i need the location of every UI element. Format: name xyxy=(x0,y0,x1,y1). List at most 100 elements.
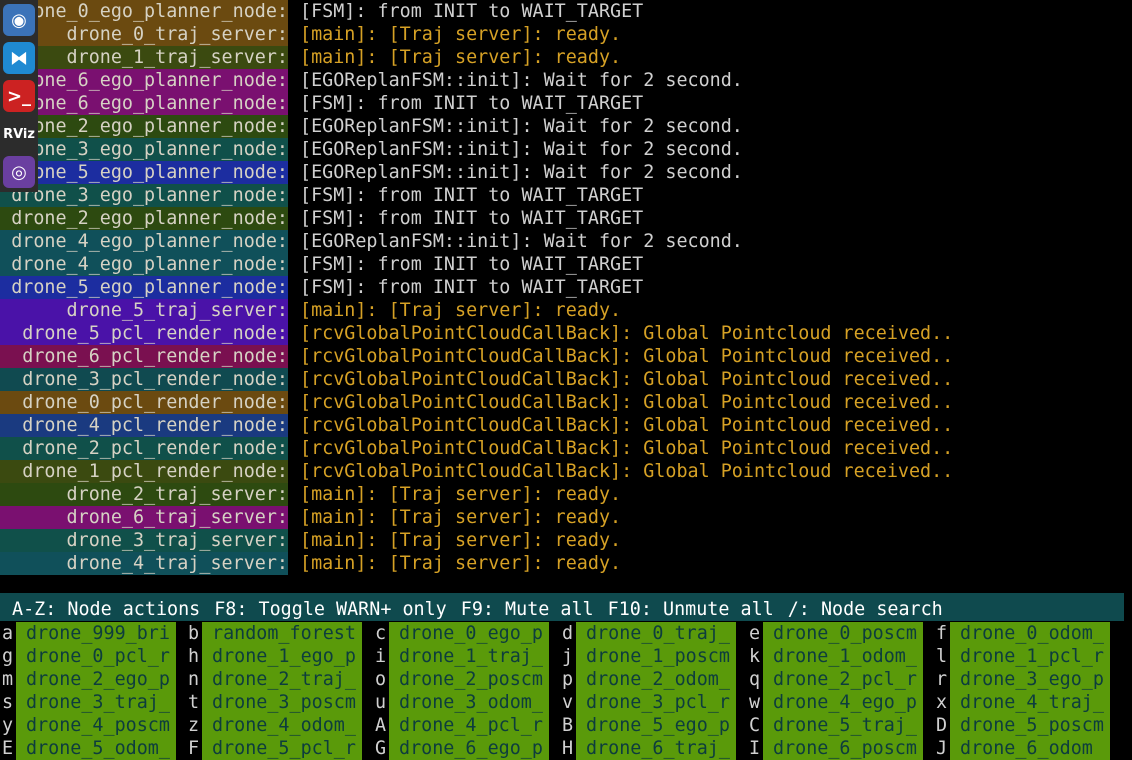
node-action-button[interactable]: drone_0_odom_ xyxy=(950,622,1110,645)
node-action-button[interactable]: drone_2_odom_ xyxy=(576,668,736,691)
node-action-button[interactable]: drone_6_ego_p xyxy=(389,737,549,760)
node-action-button[interactable]: drone_4_ego_p xyxy=(763,691,923,714)
node-action-cell[interactable]: y drone_4_poscm xyxy=(2,714,178,737)
node-action-button[interactable]: drone_2_traj_ xyxy=(202,668,362,691)
node-action-cell[interactable]: v drone_3_pcl_r xyxy=(562,691,738,714)
node-action-button[interactable]: drone_4_traj_ xyxy=(950,691,1110,714)
node-action-cell[interactable]: j drone_1_poscm xyxy=(562,645,738,668)
node-action-cell[interactable]: o drone_2_poscm xyxy=(375,668,551,691)
node-action-button[interactable]: drone_1_odom_ xyxy=(763,645,923,668)
node-action-button[interactable]: drone_3_traj_ xyxy=(16,691,176,714)
node-action-button[interactable]: drone_4_poscm xyxy=(16,714,176,737)
node-action-button[interactable]: drone_5_traj_ xyxy=(763,714,923,737)
node-action-cell[interactable]: k drone_1_odom_ xyxy=(749,645,925,668)
log-line: drone_2_ego_planner_node: [FSM]: from INI… xyxy=(0,207,1132,230)
node-action-cell[interactable]: p drone_2_odom_ xyxy=(562,668,738,691)
node-action-button[interactable]: drone_3_odom_ xyxy=(389,691,549,714)
node-action-button[interactable]: drone_2_ego_p xyxy=(16,668,176,691)
node-action-cell[interactable]: r drone_3_ego_p xyxy=(936,668,1112,691)
chromium-icon[interactable]: ◉ xyxy=(3,4,35,36)
node-action-cell[interactable]: Gdrone_6_ego_p xyxy=(375,737,551,760)
node-action-button[interactable]: drone_6_traj_ xyxy=(576,737,736,760)
node-action-cell[interactable]: x drone_4_traj_ xyxy=(936,691,1112,714)
node-action-cell[interactable]: w drone_4_ego_p xyxy=(749,691,925,714)
node-hotkey: k xyxy=(749,646,761,667)
node-action-button[interactable]: drone_0_ego_p xyxy=(389,622,549,645)
log-message: [main]: [Traj server]: ready. xyxy=(300,484,622,505)
node-action-button[interactable]: drone_0_traj_ xyxy=(576,622,736,645)
node-action-cell[interactable]: b random_forest xyxy=(188,622,364,645)
node-action-button[interactable]: drone_6_poscm xyxy=(763,737,923,760)
node-grid: a drone_999_bri b random_forest c drone_0_ego… xyxy=(0,621,1132,760)
terminal-icon[interactable]: >_ xyxy=(3,80,35,112)
node-action-cell[interactable]: z drone_4_odom_ xyxy=(188,714,364,737)
node-hotkey: s xyxy=(2,692,14,713)
node-action-button[interactable]: drone_1_pcl_r xyxy=(950,645,1110,668)
node-action-cell[interactable]: h drone_1_ego_p xyxy=(188,645,364,668)
node-action-cell[interactable]: Edrone_5_odom_ xyxy=(2,737,178,760)
node-action-cell[interactable]: f drone_0_odom_ xyxy=(936,622,1112,645)
node-action-button[interactable]: random_forest xyxy=(202,622,362,645)
node-action-button[interactable]: drone_5_ego_p xyxy=(576,714,736,737)
rviz-icon[interactable]: RViz xyxy=(3,118,35,150)
node-label: drone_4_ego_planner_node: xyxy=(0,253,288,276)
log-line: drone_6_pcl_render_node: [rcvGlobalPointC… xyxy=(0,345,1132,368)
node-action-cell[interactable]: d drone_0_traj_ xyxy=(562,622,738,645)
node-action-cell[interactable]: Ddrone_5_poscm xyxy=(936,714,1112,737)
node-action-button[interactable]: drone_2_poscm xyxy=(389,668,549,691)
node-action-cell[interactable]: i drone_1_traj_ xyxy=(375,645,551,668)
node-action-cell[interactable]: u drone_3_odom_ xyxy=(375,691,551,714)
shortcut-key: F10: xyxy=(607,599,652,620)
node-hotkey: v xyxy=(562,692,574,713)
node-action-cell[interactable]: m drone_2_ego_p xyxy=(2,668,178,691)
node-action-cell[interactable]: q drone_2_pcl_r xyxy=(749,668,925,691)
node-action-button[interactable]: drone_0_poscm xyxy=(763,622,923,645)
log-message: [FSM]: from INIT to WAIT_TARGET xyxy=(300,1,644,22)
log-line: drone_3_ego_planner_node: [FSM]: from INI… xyxy=(0,184,1132,207)
node-action-button[interactable]: drone_3_ego_p xyxy=(950,668,1110,691)
node-action-cell[interactable]: Hdrone_6_traj_ xyxy=(562,737,738,760)
node-action-button[interactable]: drone_5_poscm xyxy=(950,714,1110,737)
node-action-cell[interactable]: c drone_0_ego_p xyxy=(375,622,551,645)
node-action-button[interactable]: drone_999_bri xyxy=(16,622,176,645)
node-action-button[interactable]: drone_1_traj_ xyxy=(389,645,549,668)
node-action-button[interactable]: drone_5_odom_ xyxy=(16,737,176,760)
node-action-cell[interactable]: Bdrone_5_ego_p xyxy=(562,714,738,737)
node-action-cell[interactable]: s drone_3_traj_ xyxy=(2,691,178,714)
node-label: drone_6_pcl_render_node: xyxy=(0,345,288,368)
shortcut-key: A-Z: xyxy=(12,599,57,620)
node-action-cell[interactable]: a drone_999_bri xyxy=(2,622,178,645)
log-line: drone_0_ego_planner_node: [FSM]: from INI… xyxy=(0,0,1132,23)
node-action-cell[interactable]: n drone_2_traj_ xyxy=(188,668,364,691)
node-action-button[interactable]: drone_4_odom_ xyxy=(202,714,362,737)
node-action-button[interactable]: drone_3_poscm xyxy=(202,691,362,714)
node-action-cell[interactable]: l drone_1_pcl_r xyxy=(936,645,1112,668)
node-action-button[interactable]: drone_1_ego_p xyxy=(202,645,362,668)
camera-icon[interactable]: ◎ xyxy=(3,156,35,188)
node-action-cell[interactable]: g drone_0_pcl_r xyxy=(2,645,178,668)
node-action-cell[interactable]: e drone_0_poscm xyxy=(749,622,925,645)
node-action-cell[interactable]: Adrone_4_pcl_r xyxy=(375,714,551,737)
log-message: [rcvGlobalPointCloudCallBack]: Global Po… xyxy=(300,392,954,413)
node-action-button[interactable]: drone_5_pcl_r xyxy=(202,737,362,760)
node-action-button[interactable]: drone_3_pcl_r xyxy=(576,691,736,714)
node-action-cell[interactable]: Idrone_6_poscm xyxy=(749,737,925,760)
node-action-button[interactable]: drone_4_pcl_r xyxy=(389,714,549,737)
node-action-button[interactable]: drone_6_odom xyxy=(950,737,1110,760)
node-hotkey: o xyxy=(375,669,387,690)
node-action-cell[interactable]: Fdrone_5_pcl_r xyxy=(188,737,364,760)
node-label: drone_0_ego_planner_node: xyxy=(0,0,288,23)
log-line: drone_1_pcl_render_node: [rcvGlobalPointC… xyxy=(0,460,1132,483)
node-action-cell[interactable]: Jdrone_6_odom xyxy=(936,737,1112,760)
app-dock: ◉ ⧓ >_ RViz ◎ xyxy=(0,0,38,192)
node-action-cell[interactable]: Cdrone_5_traj_ xyxy=(749,714,925,737)
node-action-button[interactable]: drone_0_pcl_r xyxy=(16,645,176,668)
node-action-cell[interactable]: t drone_3_poscm xyxy=(188,691,364,714)
node-hotkey: J xyxy=(936,738,948,759)
node-action-button[interactable]: drone_1_poscm xyxy=(576,645,736,668)
node-action-button[interactable]: drone_2_pcl_r xyxy=(763,668,923,691)
shortcut-key: /: xyxy=(787,599,810,620)
log-line: drone_6_traj_server: [main]: [Traj server… xyxy=(0,506,1132,529)
vscode-icon[interactable]: ⧓ xyxy=(3,42,35,74)
log-line: drone_3_pcl_render_node: [rcvGlobalPointC… xyxy=(0,368,1132,391)
